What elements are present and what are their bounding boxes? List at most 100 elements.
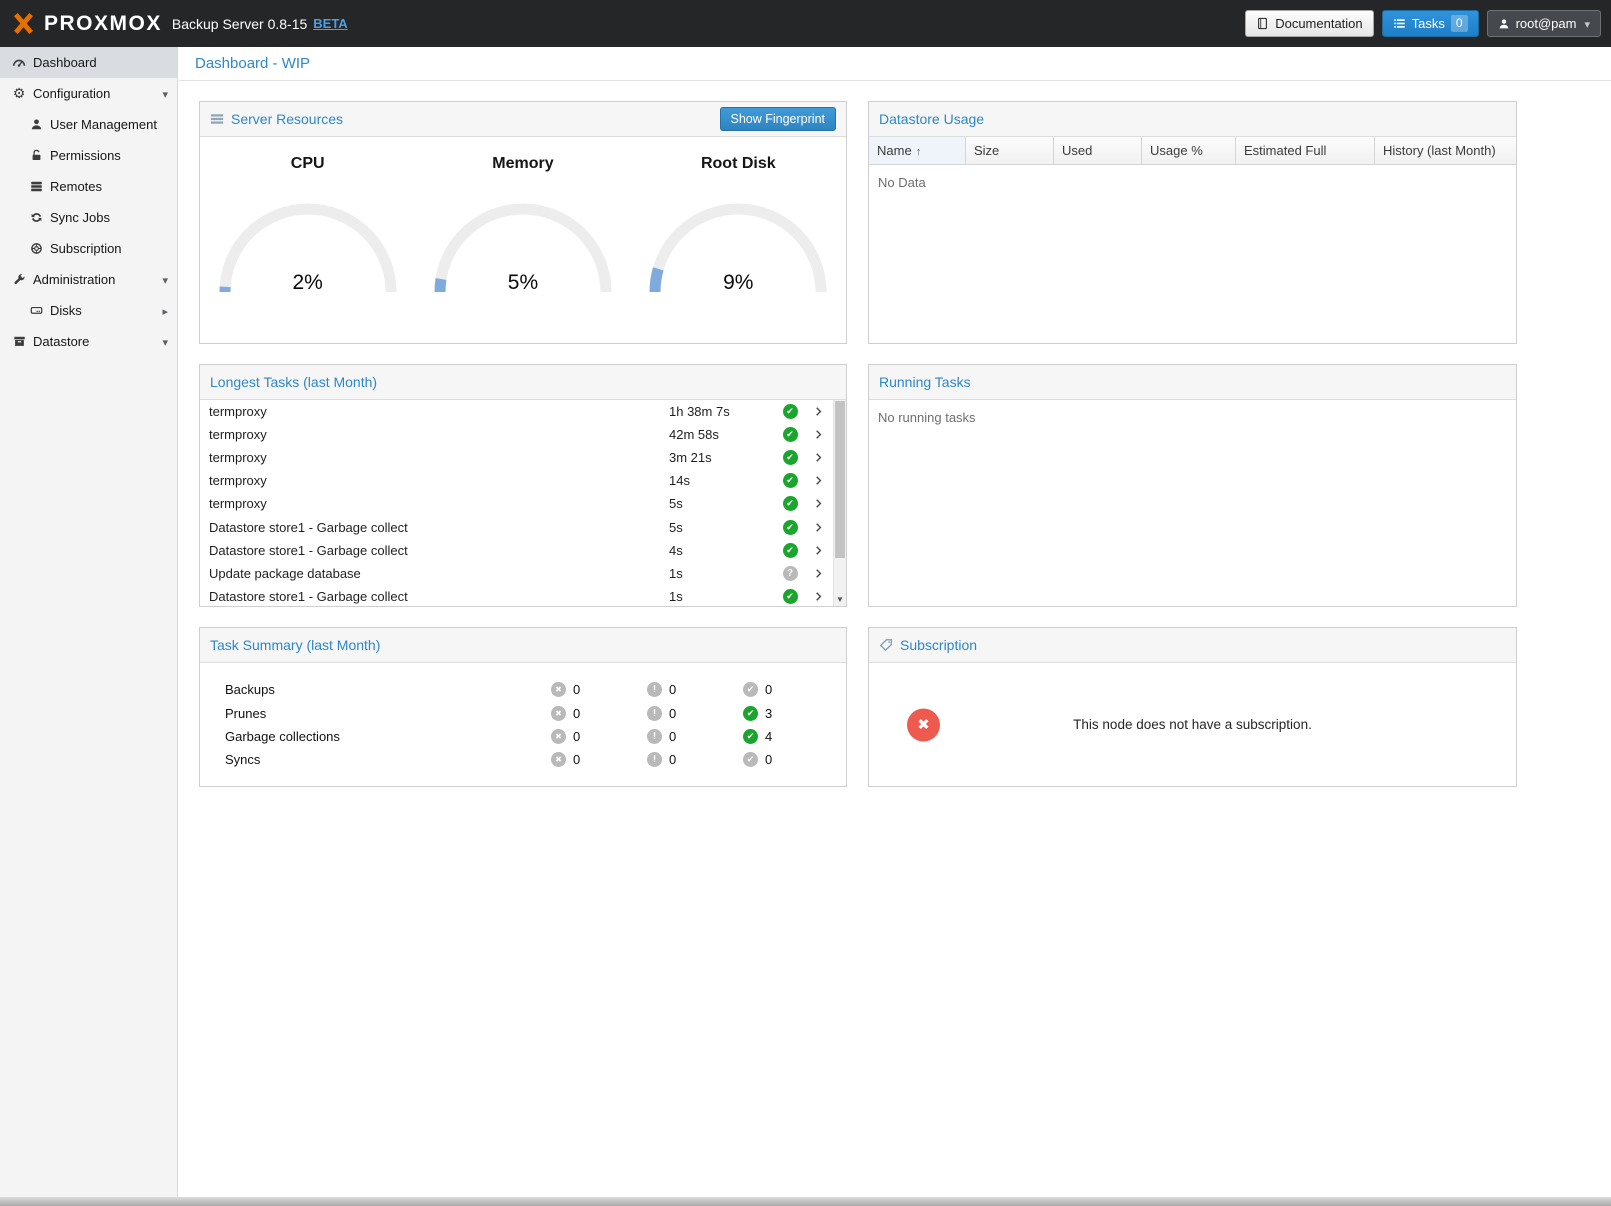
chevron-right-icon[interactable] (162, 303, 168, 318)
ok-icon (743, 752, 758, 767)
chevron-right-icon (814, 452, 825, 463)
subscription-tag-icon (879, 638, 893, 652)
open-task-button[interactable] (806, 591, 833, 602)
sidebar-item-label: Datastore (33, 334, 89, 349)
panel-title: Datastore Usage (879, 111, 984, 127)
task-duration: 4s (669, 543, 774, 558)
open-task-button[interactable] (806, 452, 833, 463)
task-duration: 1h 38m 7s (669, 404, 774, 419)
subscription-header: Subscription (869, 628, 1516, 663)
sidebar-item-label: Disks (50, 303, 82, 318)
column-header-usage[interactable]: Usage % (1142, 137, 1236, 164)
task-row[interactable]: termproxy 42m 58s (200, 423, 833, 446)
task-row[interactable]: termproxy 1h 38m 7s (200, 400, 833, 423)
column-label: Estimated Full (1244, 143, 1326, 158)
panel-title: Task Summary (last Month) (210, 637, 380, 653)
sidebar-item-label: User Management (50, 117, 157, 132)
scrollbar-thumb[interactable] (835, 401, 845, 558)
task-row[interactable]: Datastore store1 - Garbage collect 5s (200, 515, 833, 538)
task-duration: 42m 58s (669, 427, 774, 442)
summary-row: Garbage collections 0 0 4 (200, 725, 846, 748)
sidebar-item-sync-jobs[interactable]: Sync Jobs (0, 202, 177, 233)
scrollbar-down-arrow[interactable] (834, 593, 846, 606)
warning-count: 0 (669, 682, 676, 697)
task-row[interactable]: Datastore store1 - Garbage collect 4s (200, 539, 833, 562)
gauge-label: Memory (421, 155, 625, 173)
task-row[interactable]: termproxy 3m 21s (200, 446, 833, 469)
open-task-button[interactable] (806, 429, 833, 440)
window-bottom-edge (0, 1197, 1611, 1206)
task-row[interactable]: termproxy 5s (200, 492, 833, 515)
summary-warnings: 0 (647, 752, 743, 767)
warning-count: 0 (669, 752, 676, 767)
sidebar-item-administration[interactable]: Administration (0, 264, 177, 295)
error-icon (551, 682, 566, 697)
datastore-usage-body: Name Size Used Usage % Estimated Full Hi… (869, 137, 1516, 343)
column-header-estimated-full[interactable]: Estimated Full (1236, 137, 1375, 164)
task-row[interactable]: termproxy 14s (200, 469, 833, 492)
memory-gauge: Memory 5% (421, 155, 625, 295)
open-task-button[interactable] (806, 475, 833, 486)
tasks-button[interactable]: Tasks 0 (1382, 10, 1479, 37)
sidebar-item-dashboard[interactable]: Dashboard (0, 47, 177, 78)
open-task-button[interactable] (806, 545, 833, 556)
task-status (774, 496, 806, 511)
refresh-icon (27, 211, 45, 224)
chevron-down-icon[interactable] (162, 272, 168, 287)
sidebar-item-label: Dashboard (33, 55, 97, 70)
open-task-button[interactable] (806, 406, 833, 417)
datastore-usage-header: Datastore Usage (869, 102, 1516, 137)
sidebar-item-user-management[interactable]: User Management (0, 109, 177, 140)
user-menu-button[interactable]: root@pam (1487, 10, 1601, 37)
documentation-button[interactable]: Documentation (1245, 10, 1373, 37)
task-row[interactable]: Update package database 1s (200, 562, 833, 585)
task-list-icon (1393, 17, 1406, 30)
ok-count: 0 (765, 682, 772, 697)
summary-ok: 3 (743, 706, 839, 721)
server-resources-icon (210, 112, 224, 126)
longest-tasks-body: termproxy 1h 38m 7s termproxy 42m 58s (200, 400, 846, 606)
sidebar-item-label: Subscription (50, 241, 122, 256)
open-task-button[interactable] (806, 522, 833, 533)
server-icon (27, 180, 45, 193)
topbar: PROXMOX Backup Server 0.8-15 BETA Docume… (0, 0, 1611, 47)
error-icon (551, 752, 566, 767)
task-name: Update package database (209, 566, 669, 581)
chevron-down-icon[interactable] (162, 86, 168, 101)
show-fingerprint-button[interactable]: Show Fingerprint (720, 107, 837, 131)
sidebar-item-datastore[interactable]: Datastore (0, 326, 177, 357)
server-resources-body: CPU 2% Memory (200, 137, 846, 343)
sidebar-item-label: Remotes (50, 179, 102, 194)
summary-row: Syncs 0 0 0 (200, 748, 846, 771)
task-name: Datastore store1 - Garbage collect (209, 543, 669, 558)
sidebar-item-subscription[interactable]: Subscription (0, 233, 177, 264)
task-status (774, 589, 806, 604)
tasks-list: termproxy 1h 38m 7s termproxy 42m 58s (200, 400, 846, 606)
chevron-right-icon (814, 522, 825, 533)
sidebar-item-remotes[interactable]: Remotes (0, 171, 177, 202)
error-count: 0 (573, 729, 580, 744)
column-header-used[interactable]: Used (1054, 137, 1142, 164)
running-tasks-panel: Running Tasks No running tasks (868, 364, 1517, 607)
tasks-label: Tasks (1412, 16, 1445, 31)
task-name: termproxy (209, 473, 669, 488)
sidebar-item-configuration[interactable]: Configuration (0, 78, 177, 109)
warning-icon (647, 729, 662, 744)
open-task-button[interactable] (806, 498, 833, 509)
sidebar-item-disks[interactable]: Disks (0, 295, 177, 326)
panel-title: Subscription (900, 637, 977, 653)
chevron-down-icon[interactable] (162, 334, 168, 349)
running-tasks-header: Running Tasks (869, 365, 1516, 400)
summary-warnings: 0 (647, 682, 743, 697)
column-header-size[interactable]: Size (966, 137, 1054, 164)
column-header-history[interactable]: History (last Month) (1375, 137, 1516, 164)
vertical-scrollbar[interactable] (833, 400, 846, 606)
summary-label: Garbage collections (200, 729, 551, 744)
sidebar-item-permissions[interactable]: Permissions (0, 140, 177, 171)
chevron-right-icon (814, 498, 825, 509)
open-task-button[interactable] (806, 568, 833, 579)
task-row[interactable]: Datastore store1 - Garbage collect 1s (200, 585, 833, 606)
task-status (774, 566, 806, 581)
beta-link[interactable]: BETA (313, 16, 347, 31)
column-header-name[interactable]: Name (869, 137, 966, 164)
